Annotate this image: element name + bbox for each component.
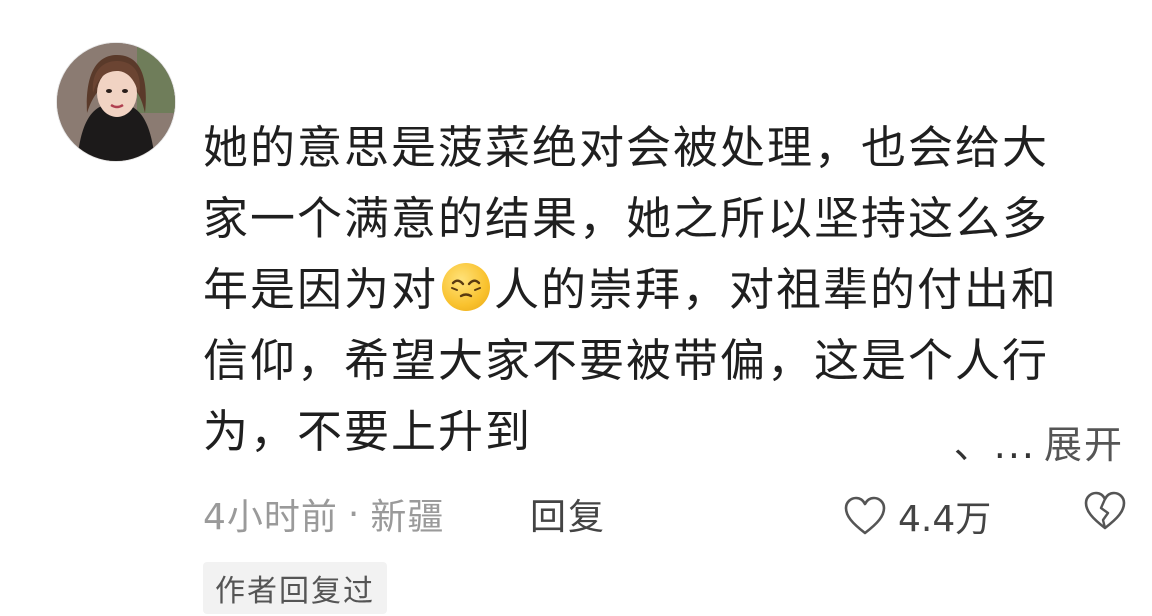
meta-separator: · — [347, 493, 361, 535]
expand-label: 展开 — [1043, 423, 1124, 467]
dislike-button[interactable] — [1082, 490, 1128, 532]
reply-button[interactable]: 回复 — [530, 488, 606, 540]
broken-heart-icon — [1084, 491, 1126, 530]
comment-line: 家一个满意的结果，她之所以坚持这么多 — [203, 192, 1050, 245]
comment-line: 信仰，希望大家不要被带偏，这是个人行 — [203, 334, 1050, 387]
author-replied-badge: 作者回复过 — [203, 562, 387, 614]
comment-line: 年是因为对 人的崇拜，对祖辈的付出和 — [203, 254, 1103, 325]
avatar-image — [57, 43, 175, 161]
comment-line-part: 年是因为对 — [203, 263, 439, 316]
like-count: 4.4万 — [898, 499, 992, 540]
expand-button[interactable]: 、... 展开 — [954, 414, 1124, 469]
comment-location: 新疆 — [370, 497, 445, 538]
heart-outline-icon — [844, 496, 886, 535]
comment-line: 她的意思是菠菜绝对会被处理，也会给大 — [203, 121, 1050, 174]
expand-ellipsis: 、... — [953, 423, 1036, 467]
avatar[interactable] — [56, 42, 176, 162]
comment-line-part: 人的崇拜，对祖辈的付出和 — [494, 263, 1059, 316]
comment-time: 4小时前 — [203, 497, 338, 538]
squint-smile-emoji-icon — [442, 263, 491, 311]
comment-meta: 4小时前 · 新疆 — [203, 488, 444, 540]
like-button[interactable]: 4.4万 — [842, 490, 991, 542]
